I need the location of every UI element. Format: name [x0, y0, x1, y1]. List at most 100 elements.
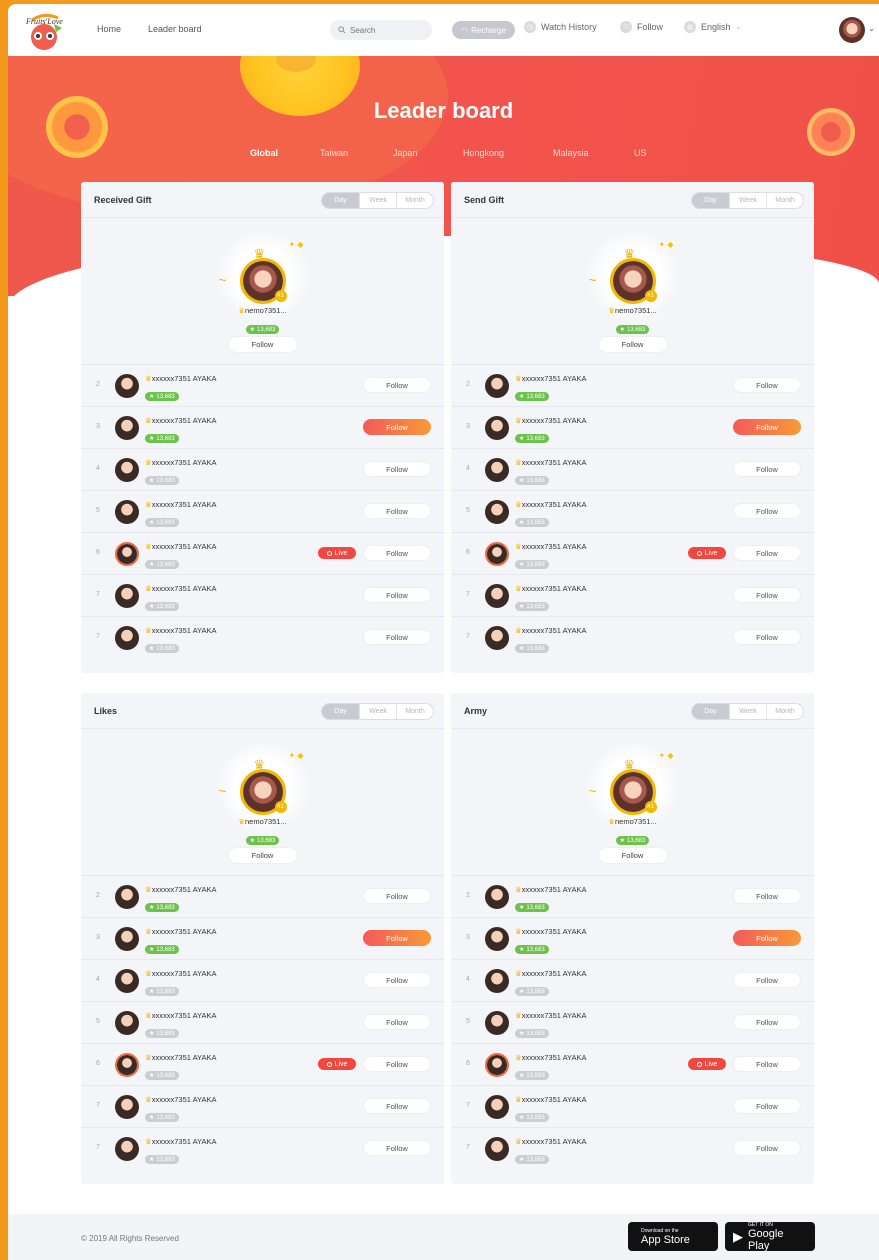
fruits-love-logo[interactable]: Fruits'Love	[18, 10, 70, 52]
period-month[interactable]: Month	[766, 193, 803, 208]
row-follow-button[interactable]: Follow	[363, 1014, 431, 1030]
period-week[interactable]: Week	[729, 193, 766, 208]
top-user-follow-button[interactable]: Follow	[597, 336, 668, 353]
row-avatar[interactable]	[115, 584, 139, 608]
tab-global[interactable]: Global	[250, 148, 278, 158]
row-follow-button[interactable]: Follow	[733, 377, 801, 393]
period-week[interactable]: Week	[359, 193, 396, 208]
row-avatar[interactable]	[485, 969, 509, 993]
row-avatar[interactable]	[115, 1095, 139, 1119]
nav-home-link[interactable]: Home	[97, 24, 121, 34]
tab-hongkong[interactable]: Hongkong	[463, 148, 504, 158]
row-avatar[interactable]	[485, 1095, 509, 1119]
row-avatar[interactable]	[485, 885, 509, 909]
row-avatar[interactable]	[485, 1011, 509, 1035]
live-badge[interactable]: Live	[318, 547, 356, 559]
row-avatar[interactable]	[485, 500, 509, 524]
tab-taiwan[interactable]: Taiwan	[320, 148, 348, 158]
row-follow-button[interactable]: Follow	[733, 1140, 801, 1156]
recharge-button[interactable]: ◠ Recharge	[452, 21, 515, 39]
row-follow-button[interactable]: Follow	[733, 1098, 801, 1114]
row-avatar[interactable]	[115, 458, 139, 482]
user-avatar[interactable]	[839, 17, 865, 43]
live-badge[interactable]: Live	[688, 547, 726, 559]
tab-malaysia[interactable]: Malaysia	[553, 148, 589, 158]
row-avatar[interactable]	[115, 1053, 139, 1077]
period-month[interactable]: Month	[396, 704, 433, 719]
row-avatar[interactable]	[485, 584, 509, 608]
row-follow-button[interactable]: Follow	[363, 1056, 431, 1072]
row-follow-button[interactable]: Follow	[363, 972, 431, 988]
row-avatar[interactable]	[115, 374, 139, 398]
row-follow-button[interactable]: Follow	[363, 888, 431, 904]
row-avatar[interactable]	[115, 927, 139, 951]
crown-small-icon: ♛	[515, 584, 522, 593]
top-user-name-text: nemo7351...	[245, 817, 287, 826]
watch-history-link[interactable]: ◷ Watch History	[524, 21, 597, 33]
row-avatar[interactable]	[115, 885, 139, 909]
top-user-follow-button[interactable]: Follow	[227, 847, 298, 864]
period-month[interactable]: Month	[766, 704, 803, 719]
live-badge[interactable]: Live	[688, 1058, 726, 1070]
row-avatar[interactable]	[485, 416, 509, 440]
period-day[interactable]: Day	[692, 193, 729, 208]
row-avatar[interactable]	[485, 927, 509, 951]
row-follow-button[interactable]: Follow	[733, 545, 801, 561]
row-avatar[interactable]	[485, 374, 509, 398]
period-month[interactable]: Month	[396, 193, 433, 208]
row-follow-button[interactable]: Follow	[363, 587, 431, 603]
row-follow-button[interactable]: Follow	[363, 503, 431, 519]
row-follow-button[interactable]: Follow	[363, 461, 431, 477]
row-avatar[interactable]	[115, 626, 139, 650]
row-avatar[interactable]	[485, 1053, 509, 1077]
top-user-follow-button[interactable]: Follow	[227, 336, 298, 353]
row-follow-button[interactable]: Follow	[733, 587, 801, 603]
row-follow-button[interactable]: Follow	[363, 545, 431, 561]
nav-leaderboard-link[interactable]: Leader board	[148, 24, 202, 34]
row-follow-button[interactable]: Follow	[733, 1014, 801, 1030]
language-select[interactable]: ◍ English ⌄	[684, 21, 741, 33]
top-user-follow-button[interactable]: Follow	[597, 847, 668, 864]
tab-us[interactable]: US	[634, 148, 647, 158]
row-avatar[interactable]	[485, 1137, 509, 1161]
avatar-chevron-down-icon[interactable]: ⌄	[868, 24, 875, 33]
google-play-button[interactable]: ▶ GET IT ON Google Play	[725, 1222, 815, 1252]
row-avatar[interactable]	[485, 458, 509, 482]
row-follow-button[interactable]: Follow	[363, 930, 431, 946]
row-avatar[interactable]	[115, 416, 139, 440]
row-follow-button[interactable]: Follow	[363, 377, 431, 393]
row-follow-button[interactable]: Follow	[733, 888, 801, 904]
row-avatar[interactable]	[115, 1137, 139, 1161]
row-follow-button[interactable]: Follow	[363, 629, 431, 645]
row-avatar[interactable]	[115, 969, 139, 993]
period-day[interactable]: Day	[322, 193, 359, 208]
row-follow-button[interactable]: Follow	[733, 1056, 801, 1072]
row-avatar[interactable]	[485, 542, 509, 566]
row-follow-button[interactable]: Follow	[733, 629, 801, 645]
score-badge: ★ 13,683	[145, 644, 179, 653]
star-icon: ★	[149, 394, 155, 400]
live-badge[interactable]: Live	[318, 1058, 356, 1070]
row-avatar[interactable]	[485, 626, 509, 650]
row-follow-button[interactable]: Follow	[363, 1098, 431, 1114]
row-follow-button[interactable]: Follow	[363, 419, 431, 435]
search-input[interactable]	[350, 25, 430, 35]
period-day[interactable]: Day	[322, 704, 359, 719]
period-day[interactable]: Day	[692, 704, 729, 719]
period-week[interactable]: Week	[729, 704, 766, 719]
row-user-name-text: xxxxxx7351 AYAKA	[521, 1053, 587, 1062]
row-avatar[interactable]	[115, 542, 139, 566]
app-store-button[interactable]: Download on the App Store	[628, 1222, 718, 1251]
period-week[interactable]: Week	[359, 704, 396, 719]
follow-link[interactable]: ♡ Follow	[620, 21, 663, 33]
row-follow-button[interactable]: Follow	[733, 930, 801, 946]
row-follow-button[interactable]: Follow	[733, 461, 801, 477]
row-avatar[interactable]	[115, 500, 139, 524]
tab-japan[interactable]: Japan	[393, 148, 418, 158]
row-follow-button[interactable]: Follow	[733, 503, 801, 519]
row-follow-button[interactable]: Follow	[733, 419, 801, 435]
search-box[interactable]	[330, 20, 432, 40]
row-avatar[interactable]	[115, 1011, 139, 1035]
row-follow-button[interactable]: Follow	[363, 1140, 431, 1156]
row-follow-button[interactable]: Follow	[733, 972, 801, 988]
